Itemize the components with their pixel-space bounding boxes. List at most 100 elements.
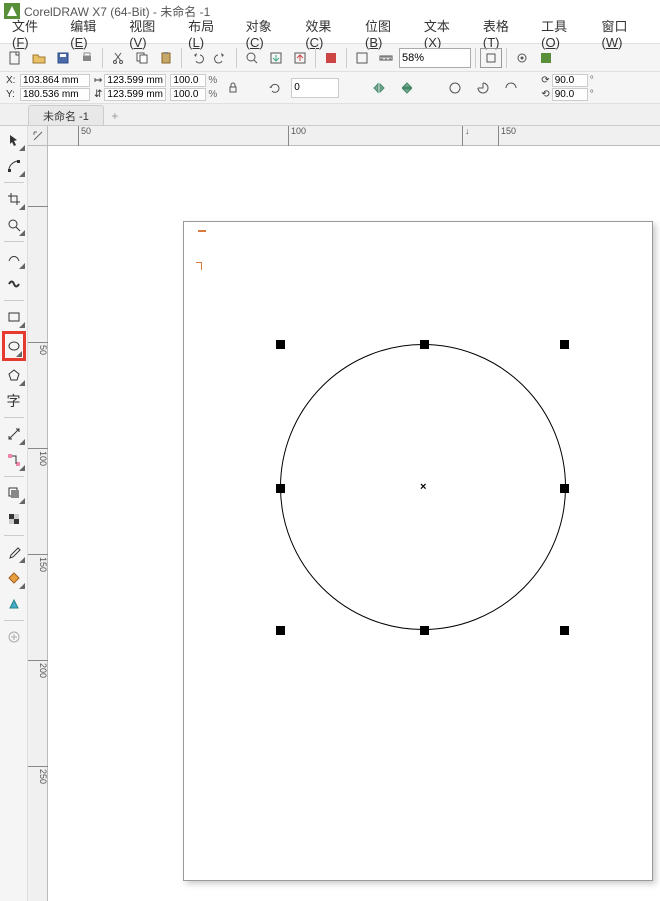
- separator: [346, 48, 347, 68]
- app-launcher-button[interactable]: [535, 47, 557, 69]
- separator: [4, 620, 24, 621]
- paste-button[interactable]: [155, 47, 177, 69]
- rotation-icon: [263, 76, 287, 100]
- scale-y-input[interactable]: [170, 88, 206, 101]
- connector-tool[interactable]: [2, 448, 26, 472]
- eyedropper-tool[interactable]: [2, 540, 26, 564]
- pie-button[interactable]: [443, 76, 467, 100]
- ruler-tick: 150: [498, 126, 516, 146]
- ruler-tick: 100: [288, 126, 306, 146]
- canvas[interactable]: ×: [48, 146, 660, 901]
- drop-shadow-tool[interactable]: [2, 481, 26, 505]
- angle-start-input[interactable]: [552, 74, 588, 87]
- mirror-h-button[interactable]: [367, 76, 391, 100]
- menu-bar: 文件(F) 编辑(E) 视图(V) 布局(L) 对象(C) 效果(C) 位图(B…: [0, 22, 660, 44]
- size-group: ↦ ⇵: [94, 74, 166, 101]
- document-tab[interactable]: 未命名 -1: [28, 105, 104, 125]
- selection-handle-nw[interactable]: [276, 340, 285, 349]
- separator: [102, 48, 103, 68]
- angle-end-icon: ⟲: [541, 89, 549, 100]
- import-button[interactable]: [265, 47, 287, 69]
- polygon-tool[interactable]: [2, 363, 26, 387]
- separator: [315, 48, 316, 68]
- selection-handle-sw[interactable]: [276, 626, 285, 635]
- smart-fill-tool[interactable]: [2, 592, 26, 616]
- options-button[interactable]: [511, 47, 533, 69]
- arc-open-button[interactable]: [499, 76, 523, 100]
- selection-handle-ne[interactable]: [560, 340, 569, 349]
- separator: [4, 241, 24, 242]
- new-file-button[interactable]: [4, 47, 26, 69]
- fullscreen-button[interactable]: [351, 47, 373, 69]
- copy-button[interactable]: [131, 47, 153, 69]
- y-position-input[interactable]: [20, 88, 90, 101]
- crop-tool[interactable]: [2, 187, 26, 211]
- selection-center-icon: ×: [420, 481, 426, 493]
- workspace: 字 50 100 ↓ 150 200 50 100 150 200 250: [0, 126, 660, 901]
- angle-end-input[interactable]: [552, 88, 588, 101]
- selection-handle-s[interactable]: [420, 626, 429, 635]
- x-position-input[interactable]: [20, 74, 90, 87]
- show-rulers-button[interactable]: [375, 47, 397, 69]
- scale-x-input[interactable]: [170, 74, 206, 87]
- add-document-button[interactable]: +: [106, 107, 124, 125]
- angle-start-icon: ⟳: [541, 75, 549, 86]
- selection-handle-e[interactable]: [560, 484, 569, 493]
- property-bar: X: Y: ↦ ⇵ % % ⟳° ⟲°: [0, 72, 660, 104]
- separator: [4, 535, 24, 536]
- toolbox: 字: [0, 126, 28, 901]
- export-button[interactable]: [289, 47, 311, 69]
- rotation-input[interactable]: [291, 78, 339, 98]
- cut-button[interactable]: [107, 47, 129, 69]
- selection-handle-w[interactable]: [276, 484, 285, 493]
- zoom-level-select[interactable]: [399, 48, 471, 68]
- open-file-button[interactable]: [28, 47, 50, 69]
- selection-handle-se[interactable]: [560, 626, 569, 635]
- ellipse-tool[interactable]: [2, 331, 26, 361]
- ruler-tick: ↓: [462, 126, 470, 146]
- position-group: X: Y:: [6, 74, 90, 101]
- height-icon: ⇵: [94, 89, 102, 100]
- shape-tool[interactable]: [2, 154, 26, 178]
- mirror-v-button[interactable]: [395, 76, 419, 100]
- snap-button[interactable]: [480, 48, 502, 68]
- arc-button[interactable]: [471, 76, 495, 100]
- separator: [236, 48, 237, 68]
- ruler-origin[interactable]: [28, 126, 48, 146]
- width-icon: ↦: [94, 75, 102, 86]
- freehand-tool[interactable]: [2, 246, 26, 270]
- ruler-tick: [28, 206, 48, 209]
- rectangle-tool[interactable]: [2, 305, 26, 329]
- pick-tool[interactable]: [2, 128, 26, 152]
- separator: [4, 417, 24, 418]
- lock-ratio-button[interactable]: [221, 76, 245, 100]
- text-tool[interactable]: 字: [2, 389, 26, 413]
- guide-mark-icon: [198, 230, 206, 232]
- width-input[interactable]: [104, 74, 166, 87]
- ruler-tick: 150: [28, 554, 48, 572]
- canvas-area[interactable]: 50 100 ↓ 150 200 50 100 150 200 250: [28, 126, 660, 901]
- separator: [506, 48, 507, 68]
- dimension-tool[interactable]: [2, 422, 26, 446]
- height-input[interactable]: [104, 88, 166, 101]
- interactive-fill-tool[interactable]: [2, 566, 26, 590]
- selection-handle-n[interactable]: [420, 340, 429, 349]
- artistic-media-tool[interactable]: [2, 272, 26, 296]
- ruler-tick: 100: [28, 448, 48, 466]
- undo-button[interactable]: [186, 47, 208, 69]
- vertical-ruler[interactable]: 50 100 150 200 250: [28, 146, 48, 901]
- separator: [4, 300, 24, 301]
- transparency-tool[interactable]: [2, 507, 26, 531]
- search-button[interactable]: [241, 47, 263, 69]
- redo-button[interactable]: [210, 47, 232, 69]
- zoom-tool[interactable]: [2, 213, 26, 237]
- angle-group: ⟳° ⟲°: [541, 74, 593, 101]
- save-button[interactable]: [52, 47, 74, 69]
- print-button[interactable]: [76, 47, 98, 69]
- horizontal-ruler[interactable]: 50 100 ↓ 150 200: [48, 126, 660, 146]
- ruler-tick: 250: [28, 766, 48, 784]
- quick-customize-button[interactable]: [2, 625, 26, 649]
- publish-pdf-button[interactable]: [320, 47, 342, 69]
- menu-window[interactable]: 窗口(W): [596, 14, 655, 52]
- menu-text[interactable]: 文本(X): [418, 14, 473, 52]
